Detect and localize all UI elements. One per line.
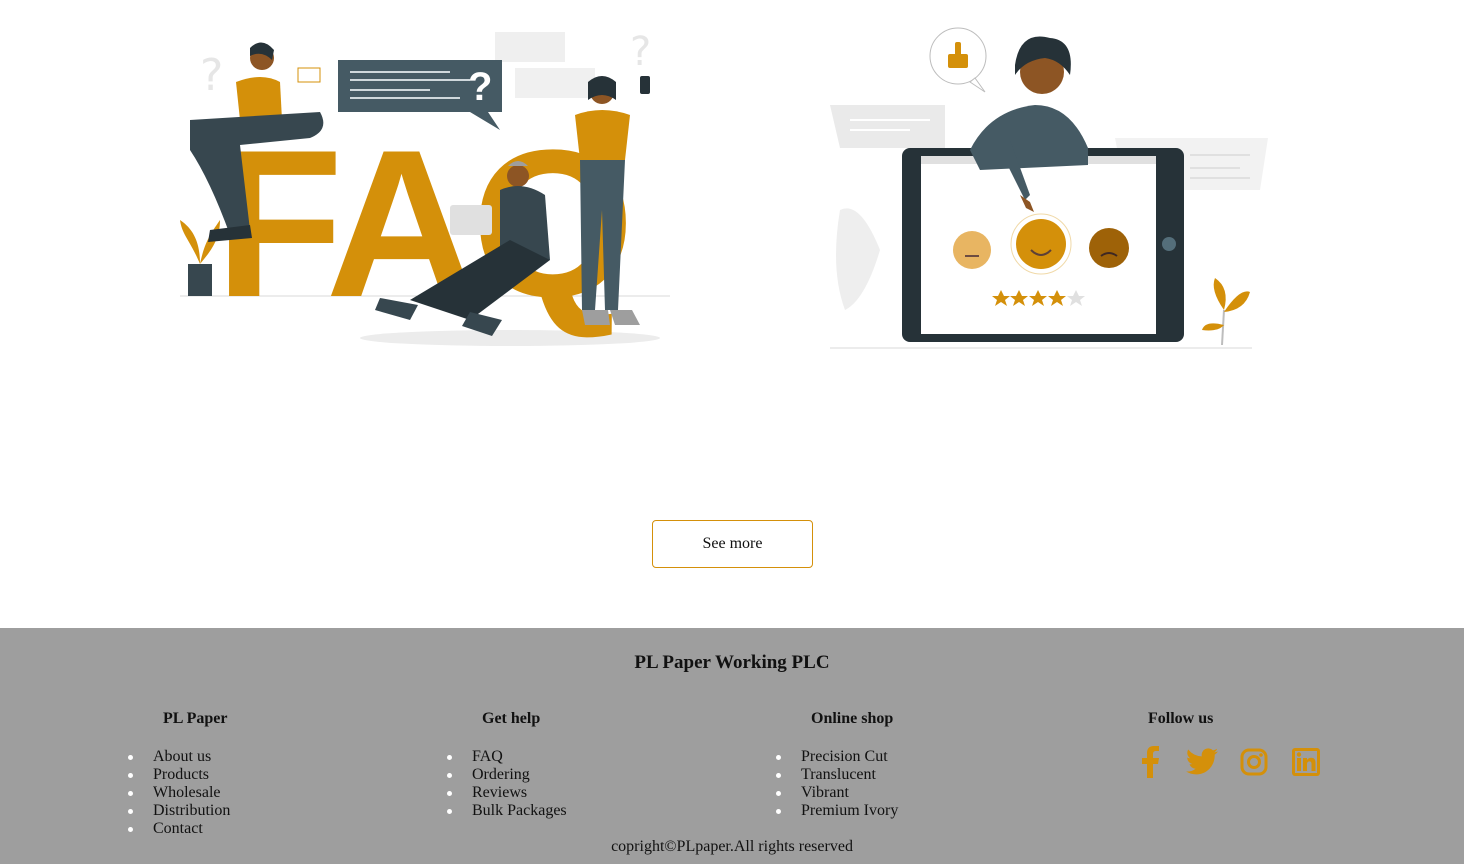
footer-link-precision-cut[interactable]: Precision Cut [775,748,898,766]
footer-link-wholesale[interactable]: Wholesale [127,784,230,802]
instagram-icon[interactable] [1238,746,1270,778]
footer-link-premium-ivory[interactable]: Premium Ivory [775,802,898,820]
footer-link-translucent[interactable]: Translucent [775,766,898,784]
copyright-text: copright©PLpaper.All rights reserved [611,838,853,855]
footer-col-title-follow-us: Follow us [1148,710,1214,727]
facebook-icon[interactable] [1134,746,1166,778]
footer-link-distribution[interactable]: Distribution [127,802,230,820]
footer-link-ordering[interactable]: Ordering [447,766,567,784]
footer-link-vibrant[interactable]: Vibrant [775,784,898,802]
social-icons [1134,746,1322,778]
footer-col-title-pl-paper: PL Paper [163,710,228,727]
footer-link-bulk-packages[interactable]: Bulk Packages [447,802,567,820]
faq-question-mark: ? [468,65,492,109]
footer-col-title-online-shop: Online shop [811,710,894,727]
footer-link-products[interactable]: Products [127,766,230,784]
see-more-button[interactable]: See more [652,520,813,568]
svg-text:?: ? [200,50,223,101]
twitter-icon[interactable] [1186,746,1218,778]
footer-list-online-shop: Precision Cut Translucent Vibrant Premiu… [775,748,898,820]
footer: PL Paper Working PLC PL Paper About us P… [0,628,1464,864]
linkedin-icon[interactable] [1290,746,1322,778]
faq-illustration: ? ? FAQ ? [180,29,670,346]
footer-link-about-us[interactable]: About us [127,748,230,766]
footer-list-pl-paper: About us Products Wholesale Distribution… [127,748,230,838]
footer-list-get-help: FAQ Ordering Reviews Bulk Packages [447,748,567,820]
footer-link-contact[interactable]: Contact [127,820,230,838]
footer-link-reviews[interactable]: Reviews [447,784,567,802]
company-name: PL Paper Working PLC [634,652,830,673]
footer-link-faq[interactable]: FAQ [447,748,567,766]
svg-text:?: ? [630,29,651,75]
rating-illustration [830,27,1268,349]
footer-col-title-get-help: Get help [482,710,541,727]
